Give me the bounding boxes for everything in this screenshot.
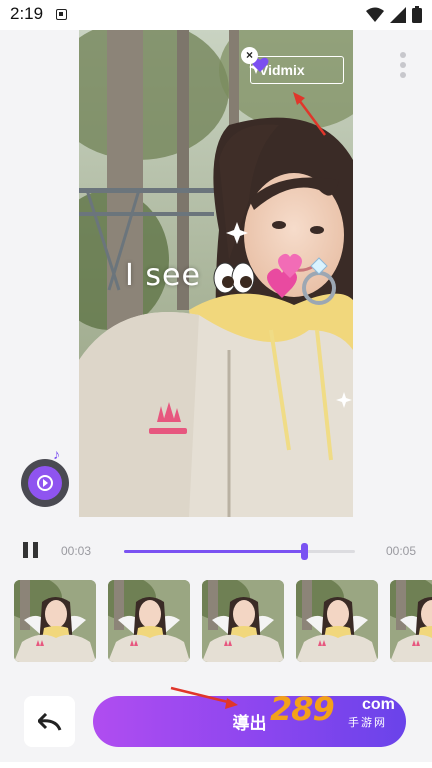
brand-digits: 289 bbox=[270, 690, 335, 728]
progress-fill bbox=[124, 550, 305, 553]
video-preview[interactable]: I see Vidmix × bbox=[79, 30, 353, 517]
status-time: 2:19 bbox=[10, 4, 44, 23]
status-bar: 2:19 bbox=[0, 0, 432, 30]
progress-thumb[interactable] bbox=[301, 543, 309, 560]
video-frame-image bbox=[79, 30, 353, 517]
timeline-thumbnail[interactable] bbox=[14, 580, 96, 662]
navigation-bar bbox=[0, 762, 432, 768]
export-label: 導出 bbox=[232, 714, 267, 734]
music-button[interactable] bbox=[21, 459, 69, 507]
music-disc-icon bbox=[28, 466, 62, 500]
timeline-thumbnail[interactable] bbox=[296, 580, 378, 662]
timeline-thumbnail[interactable] bbox=[108, 580, 190, 662]
thumbnail-strip[interactable] bbox=[14, 580, 432, 662]
progress-slider[interactable] bbox=[124, 543, 355, 560]
playback-bar: 00:03 00:05 bbox=[0, 535, 432, 565]
close-icon[interactable]: × bbox=[241, 47, 258, 64]
sticker-text[interactable]: I see bbox=[125, 258, 201, 293]
more-vertical-icon[interactable] bbox=[396, 52, 410, 80]
current-time: 00:03 bbox=[61, 544, 92, 558]
music-note-icon: ♪ bbox=[53, 446, 60, 462]
brand-sub: 手游网 bbox=[348, 716, 387, 729]
battery-icon bbox=[412, 6, 422, 23]
notification-app-icon bbox=[56, 9, 67, 20]
timeline-thumbnail[interactable] bbox=[390, 580, 432, 662]
brand-suffix: com bbox=[362, 696, 395, 713]
status-icons bbox=[366, 6, 422, 23]
vidmix-watermark[interactable]: Vidmix bbox=[250, 56, 344, 84]
total-time: 00:05 bbox=[386, 544, 417, 558]
site-watermark-logo: 289 com 手游网 bbox=[270, 690, 408, 734]
pause-icon[interactable] bbox=[20, 542, 42, 560]
wifi-icon bbox=[366, 7, 384, 22]
timeline-thumbnail[interactable] bbox=[202, 580, 284, 662]
signal-icon bbox=[390, 6, 406, 23]
undo-icon bbox=[37, 712, 61, 731]
undo-button[interactable] bbox=[24, 696, 75, 747]
